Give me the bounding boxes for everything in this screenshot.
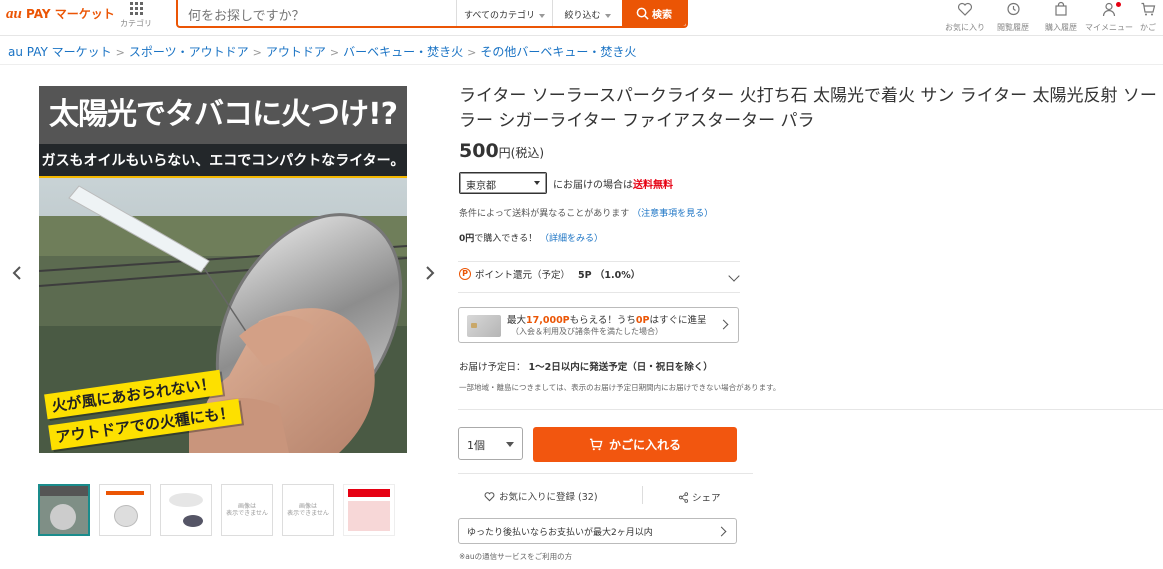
delivery-note: 一部地域・離島につきましては、表示のお届け予定日期間内にお届けできない場合があり… bbox=[459, 383, 781, 392]
category-select[interactable]: すべてのカテゴリ bbox=[456, 0, 552, 26]
thumbnail[interactable] bbox=[38, 484, 90, 536]
person-icon bbox=[1102, 2, 1116, 17]
breadcrumb-link[interactable]: アウトドア bbox=[266, 45, 326, 59]
header: au PAY マーケット カテゴリ すべてのカテゴリ 絞り込む 検索 お気に入り… bbox=[0, 0, 1163, 36]
category-label: カテゴリ bbox=[120, 19, 152, 28]
details-link[interactable]: （詳細をみる） bbox=[540, 234, 603, 244]
bag-icon bbox=[1055, 1, 1067, 16]
price-value: 500 bbox=[459, 140, 499, 162]
nav-history[interactable]: 閲覧履歴 bbox=[989, 0, 1037, 34]
points-row[interactable]: P ポイント還元（予定） 5P （1.0%） bbox=[459, 267, 640, 281]
pay-later-banner[interactable]: ゆったり後払いならお支払いが最大2ヶ月以内 bbox=[458, 518, 737, 544]
shipping-text: にお届けの場合は bbox=[553, 179, 633, 191]
nav-mymenu[interactable]: マイメニュー bbox=[1085, 0, 1133, 34]
card-promo-note: （入会＆利用及び諸条件を満たした場合） bbox=[511, 327, 663, 336]
card-promo-text: 最大17,000Pもらえる！うち0Pはすぐに進呈 bbox=[507, 315, 707, 326]
chevron-down-icon bbox=[534, 181, 540, 185]
thumbnail[interactable] bbox=[160, 484, 212, 536]
share-icon bbox=[678, 491, 689, 503]
add-to-cart-button[interactable]: かごに入れる bbox=[533, 427, 737, 462]
search-bar: すべてのカテゴリ 絞り込む 検索 bbox=[176, 0, 688, 28]
heart-icon bbox=[484, 491, 495, 501]
previous-image-arrow[interactable] bbox=[11, 265, 23, 281]
points-label: ポイント還元（予定） bbox=[475, 270, 571, 281]
breadcrumb-link[interactable]: スポーツ・アウトドア bbox=[129, 45, 249, 59]
shipping-row: 東京都 にお届けの場合は 送料無料 bbox=[459, 172, 673, 194]
breadcrumb-separator: > bbox=[329, 46, 340, 59]
search-input[interactable] bbox=[178, 0, 456, 26]
prefecture-select[interactable]: 東京都 bbox=[459, 172, 547, 194]
divider bbox=[458, 292, 740, 293]
point-icon: P bbox=[459, 268, 471, 280]
breadcrumb-link[interactable]: その他バーベキュー・焚き火 bbox=[480, 45, 636, 59]
cart-icon bbox=[589, 438, 603, 451]
divider bbox=[642, 486, 643, 504]
price: 500円(税込) bbox=[459, 140, 544, 162]
divider bbox=[0, 64, 1163, 65]
favorite-button[interactable]: お気に入りに登録 (32) bbox=[484, 489, 598, 503]
chevron-down-icon bbox=[604, 13, 611, 18]
main-product-image[interactable]: 太陽光でタバコに火つけ!? ガスもオイルもいらない、エコでコンパクトなライター。… bbox=[39, 86, 407, 453]
divider bbox=[458, 409, 1163, 410]
credit-card-icon bbox=[467, 315, 501, 337]
next-image-arrow[interactable] bbox=[424, 265, 436, 281]
thumbnail[interactable] bbox=[99, 484, 151, 536]
zero-yen-row: 0円で購入できる！ （詳細をみる） bbox=[459, 234, 603, 244]
nav-purchases[interactable]: 購入履歴 bbox=[1037, 0, 1085, 34]
credit-card-promo[interactable]: 最大17,000Pもらえる！うち0Pはすぐに進呈 （入会＆利用及び諸条件を満たし… bbox=[458, 307, 739, 343]
heart-icon bbox=[957, 2, 973, 16]
search-button[interactable]: 検索 bbox=[622, 0, 686, 26]
nav-cart[interactable]: かご bbox=[1133, 0, 1163, 34]
breadcrumb-link[interactable]: au PAY マーケット bbox=[8, 45, 112, 59]
cart-icon bbox=[1141, 2, 1156, 16]
search-icon bbox=[636, 7, 649, 20]
filter-select[interactable]: 絞り込む bbox=[552, 0, 622, 26]
breadcrumb-link[interactable]: バーベキュー・焚き火 bbox=[343, 45, 463, 59]
divider bbox=[458, 473, 753, 474]
thumbnail[interactable]: 画像は 表示できません bbox=[221, 484, 273, 536]
history-icon bbox=[1007, 2, 1020, 16]
chevron-right-icon bbox=[716, 526, 727, 537]
grid-icon bbox=[129, 2, 143, 15]
thumbnail-placeholder: 画像は 表示できません bbox=[226, 503, 268, 518]
breadcrumb-separator: > bbox=[252, 46, 262, 59]
breadcrumb-separator: > bbox=[467, 46, 477, 59]
delivery-date: お届け予定日： 1〜2日以内に発送予定（日・祝日を除く） bbox=[459, 362, 713, 373]
breadcrumb: au PAY マーケット > スポーツ・アウトドア > アウトドア > バーベキュー・焚き火… bbox=[8, 43, 636, 60]
chevron-down-icon[interactable] bbox=[728, 270, 740, 282]
image-headline: 太陽光でタバコに火つけ!? bbox=[39, 86, 407, 144]
shipping-condition: 条件によって送料が異なることがあります （注意事項を見る） bbox=[459, 209, 714, 219]
thumbnail-strip: 画像は 表示できません 画像は 表示できません bbox=[38, 484, 395, 536]
notification-dot bbox=[1116, 2, 1121, 7]
free-shipping-label: 送料無料 bbox=[633, 179, 673, 191]
au-service-note: ※auの通信サービスをご利用の方 bbox=[459, 552, 573, 561]
divider bbox=[458, 261, 740, 262]
nav-favorites[interactable]: お気に入り bbox=[941, 0, 989, 34]
chevron-down-icon bbox=[539, 13, 545, 18]
au-pay-market-logo[interactable]: au PAY マーケット bbox=[6, 5, 115, 23]
points-value: 5P （1.0%） bbox=[578, 270, 641, 281]
image-subheadline: ガスもオイルもいらない、エコでコンパクトなライター。 bbox=[39, 144, 407, 178]
thumbnail[interactable] bbox=[343, 484, 395, 536]
header-nav: お気に入り 閲覧履歴 購入履歴 マイメニュー かご bbox=[941, 0, 1163, 34]
thumbnail[interactable]: 画像は 表示できません bbox=[282, 484, 334, 536]
breadcrumb-separator: > bbox=[115, 46, 125, 59]
chevron-down-icon bbox=[506, 442, 514, 447]
price-unit: 円(税込) bbox=[498, 146, 545, 160]
chevron-right-icon bbox=[718, 319, 729, 330]
quantity-select[interactable]: 1個 bbox=[458, 427, 523, 460]
shipping-notes-link[interactable]: （注意事項を見る） bbox=[632, 209, 713, 219]
category-button[interactable]: カテゴリ bbox=[118, 0, 154, 34]
thumbnail-placeholder: 画像は 表示できません bbox=[287, 503, 329, 518]
share-button[interactable]: シェア bbox=[678, 490, 721, 504]
product-title: ライター ソーラースパークライター 火打ち石 太陽光で着火 サン ライター 太陽… bbox=[459, 86, 1157, 131]
